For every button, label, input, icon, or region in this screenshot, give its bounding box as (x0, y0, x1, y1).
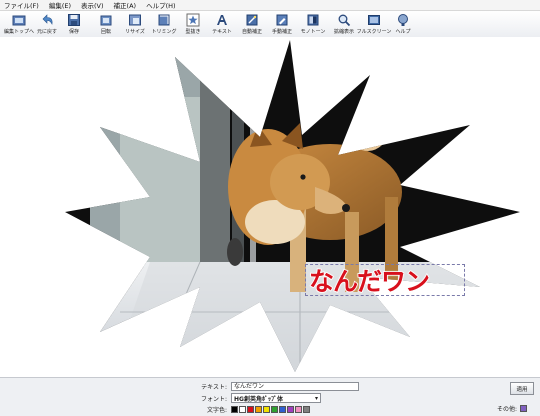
photo-content (65, 40, 520, 372)
menu-help[interactable]: ヘルプ(H) (146, 0, 175, 10)
font-select[interactable]: HG創英角ﾎﾟｯﾌﾟ体 ▾ (231, 393, 321, 403)
toolbar: 編集トップへ 元に戻す 保存 回転 リサイズ トリミング 型抜き テキスト 自動… (0, 11, 540, 38)
menu-edit[interactable]: 編集(E) (49, 0, 71, 10)
zoom-icon (338, 14, 351, 27)
fullscreen-icon (368, 15, 380, 25)
text-button[interactable]: テキスト (205, 12, 239, 36)
text-row: テキスト: なんだワン (195, 382, 359, 391)
manual-correct-icon (276, 14, 288, 26)
home-icon (12, 15, 26, 26)
rotate-icon (100, 15, 112, 26)
resize-icon (129, 14, 141, 26)
undo-icon (42, 14, 53, 25)
color-swatch-3[interactable] (255, 406, 262, 413)
auto-correct-button[interactable]: 自動補正 (235, 12, 269, 36)
color-swatch-8[interactable] (295, 406, 302, 413)
shape-cut-icon (186, 13, 200, 27)
menu-bar: ファイル(F) 編集(E) 表示(V) 補正(A) ヘルプ(H) (0, 0, 540, 11)
crop-icon (158, 14, 170, 26)
selected-color-swatch[interactable] (520, 405, 528, 412)
text-icon (217, 15, 227, 25)
color-swatch-9[interactable] (303, 406, 310, 413)
overlay-text-box[interactable]: なんだワン (305, 264, 465, 297)
save-button[interactable]: 保存 (57, 12, 91, 36)
font-value: HG創英角ﾎﾟｯﾌﾟ体 (234, 395, 283, 403)
starburst-photo (65, 40, 520, 372)
menu-view[interactable]: 表示(V) (81, 0, 104, 10)
color-swatch-4[interactable] (263, 406, 270, 413)
font-label: フォント: (200, 395, 227, 403)
menu-file[interactable]: ファイル(F) (4, 0, 39, 10)
text-tool-panel: テキスト: なんだワン フォント: HG創英角ﾎﾟｯﾌﾟ体 ▾ 文字色: その他… (0, 377, 540, 416)
color-swatch-0[interactable] (231, 406, 238, 413)
color-swatch-7[interactable] (287, 406, 294, 413)
help-button[interactable]: ヘルプ (386, 12, 420, 36)
image-canvas[interactable]: なんだワン (0, 37, 540, 377)
color-label: 文字色: (206, 407, 227, 414)
other-color: その他: (497, 404, 528, 413)
font-row: フォント: HG創英角ﾎﾟｯﾌﾟ体 ▾ (195, 393, 321, 403)
monotone-button[interactable]: モノトーン (296, 12, 330, 36)
color-swatch-5[interactable] (271, 406, 278, 413)
manual-correct-button[interactable]: 手動補正 (265, 12, 299, 36)
help-icon (398, 14, 408, 26)
chevron-down-icon: ▾ (314, 394, 318, 402)
save-icon (68, 14, 80, 26)
text-label: テキスト: (201, 384, 227, 391)
color-row: 文字色: (195, 405, 310, 414)
apply-button[interactable]: 適用 (510, 382, 534, 395)
text-input[interactable]: なんだワン (231, 382, 359, 391)
monotone-icon (307, 14, 319, 26)
color-swatches (231, 406, 310, 413)
other-color-label: その他: (497, 406, 518, 413)
color-swatch-2[interactable] (247, 406, 254, 413)
color-swatch-1[interactable] (239, 406, 246, 413)
auto-correct-icon (246, 14, 258, 26)
menu-adjust[interactable]: 補正(A) (114, 0, 137, 10)
color-swatch-6[interactable] (279, 406, 286, 413)
